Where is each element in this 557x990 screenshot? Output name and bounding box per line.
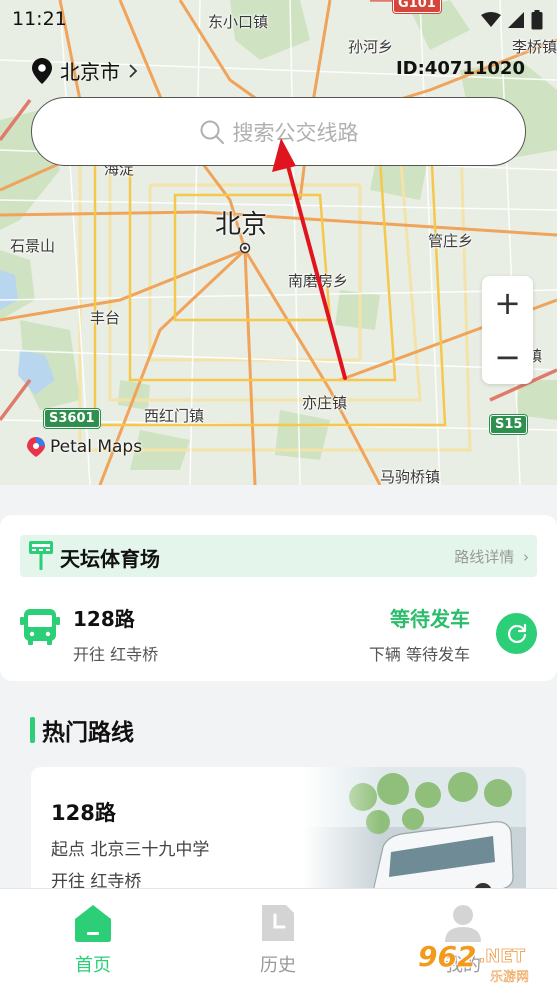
map-attribution: Petal Maps <box>26 436 142 458</box>
route-number: 128路 <box>73 607 135 631</box>
tab-history[interactable]: 历史 <box>238 903 318 977</box>
watermark-site: 乐游网 <box>490 970 530 985</box>
home-icon <box>75 905 111 942</box>
map-label-xihongmen: 西红门镇 <box>144 407 205 425</box>
watermark-net: .NET <box>478 946 525 968</box>
tab-bar: 首页 历史 我的 <box>0 888 557 990</box>
status-bar: 11:21 <box>0 0 557 40</box>
status-icons <box>481 10 543 30</box>
map-label-beijing: 北京 <box>215 210 268 240</box>
petal-maps-logo-icon <box>27 437 45 457</box>
bus-stop-sign-icon <box>29 541 53 570</box>
battery-icon <box>531 10 543 30</box>
road-shield-s3601: S3601 <box>44 409 100 428</box>
bus-icon <box>20 607 60 651</box>
station-name: 天坛体育场 <box>60 547 160 571</box>
search-icon <box>200 120 224 144</box>
tab-home[interactable]: 首页 <box>53 903 133 977</box>
route-direction: 开往 红寺桥 <box>73 645 159 664</box>
map-label-guanzhuang: 管庄乡 <box>428 232 474 250</box>
arrival-status: 等待发车 <box>390 607 470 631</box>
bus-illustration <box>303 767 526 907</box>
watermark-number: 962 <box>418 940 477 973</box>
city-name: 北京市 <box>60 60 120 84</box>
arrival-detail: 下辆 等待发车 <box>368 645 470 664</box>
hot-route-number: 128路 <box>51 801 116 825</box>
city-selector[interactable]: 北京市 <box>32 56 138 85</box>
tab-history-label: 历史 <box>260 955 296 976</box>
search-placeholder: 搜索公交线路 <box>232 120 359 145</box>
history-icon <box>262 905 294 941</box>
map-attribution-text: Petal Maps <box>50 437 143 457</box>
station-card: 天坛体育场 路线详情 › 128路 开往 红寺桥 等待发车 下辆 等待发车 <box>0 515 557 681</box>
status-time: 11:21 <box>12 8 67 30</box>
map-label-fengtai: 丰台 <box>90 309 121 327</box>
map-label-yizhuang: 亦庄镇 <box>302 394 348 412</box>
hot-route-card[interactable]: 128路 起点 北京三十九中学 开往 红寺桥 <box>31 767 526 907</box>
profile-icon <box>445 905 481 942</box>
wifi-icon <box>481 12 501 27</box>
map-label-nanmofang: 南磨房乡 <box>288 272 349 290</box>
road-shield-s15: S15 <box>490 415 528 434</box>
chevron-right-icon: › <box>523 548 529 566</box>
map-label-shijingshan: 石景山 <box>10 237 56 255</box>
signal-icon <box>508 12 524 28</box>
map-label-majuqiao: 马驹桥镇 <box>380 468 441 485</box>
section-accent-bar <box>30 717 35 743</box>
station-header[interactable]: 天坛体育场 路线详情 › <box>20 535 537 577</box>
tab-home-label: 首页 <box>75 955 111 976</box>
user-id: ID:40711020 <box>395 58 525 79</box>
section-title: 热门路线 <box>42 720 134 746</box>
route-detail-link[interactable]: 路线详情 › <box>454 546 529 567</box>
zoom-control: + − <box>482 276 533 384</box>
hot-routes-header: 热门路线 <box>30 713 134 747</box>
refresh-button[interactable] <box>496 613 537 654</box>
zoom-in-button[interactable]: + <box>482 276 533 330</box>
hot-route-start: 起点 北京三十九中学 <box>51 840 210 860</box>
route-detail-label: 路线详情 <box>454 548 515 566</box>
location-pin-icon <box>32 57 52 84</box>
site-watermark: 962 .NET 乐游网 <box>418 940 529 985</box>
chevron-right-icon <box>129 63 138 78</box>
zoom-out-button[interactable]: − <box>482 330 533 384</box>
refresh-icon <box>507 623 526 643</box>
search-input[interactable]: 搜索公交线路 <box>31 97 526 166</box>
